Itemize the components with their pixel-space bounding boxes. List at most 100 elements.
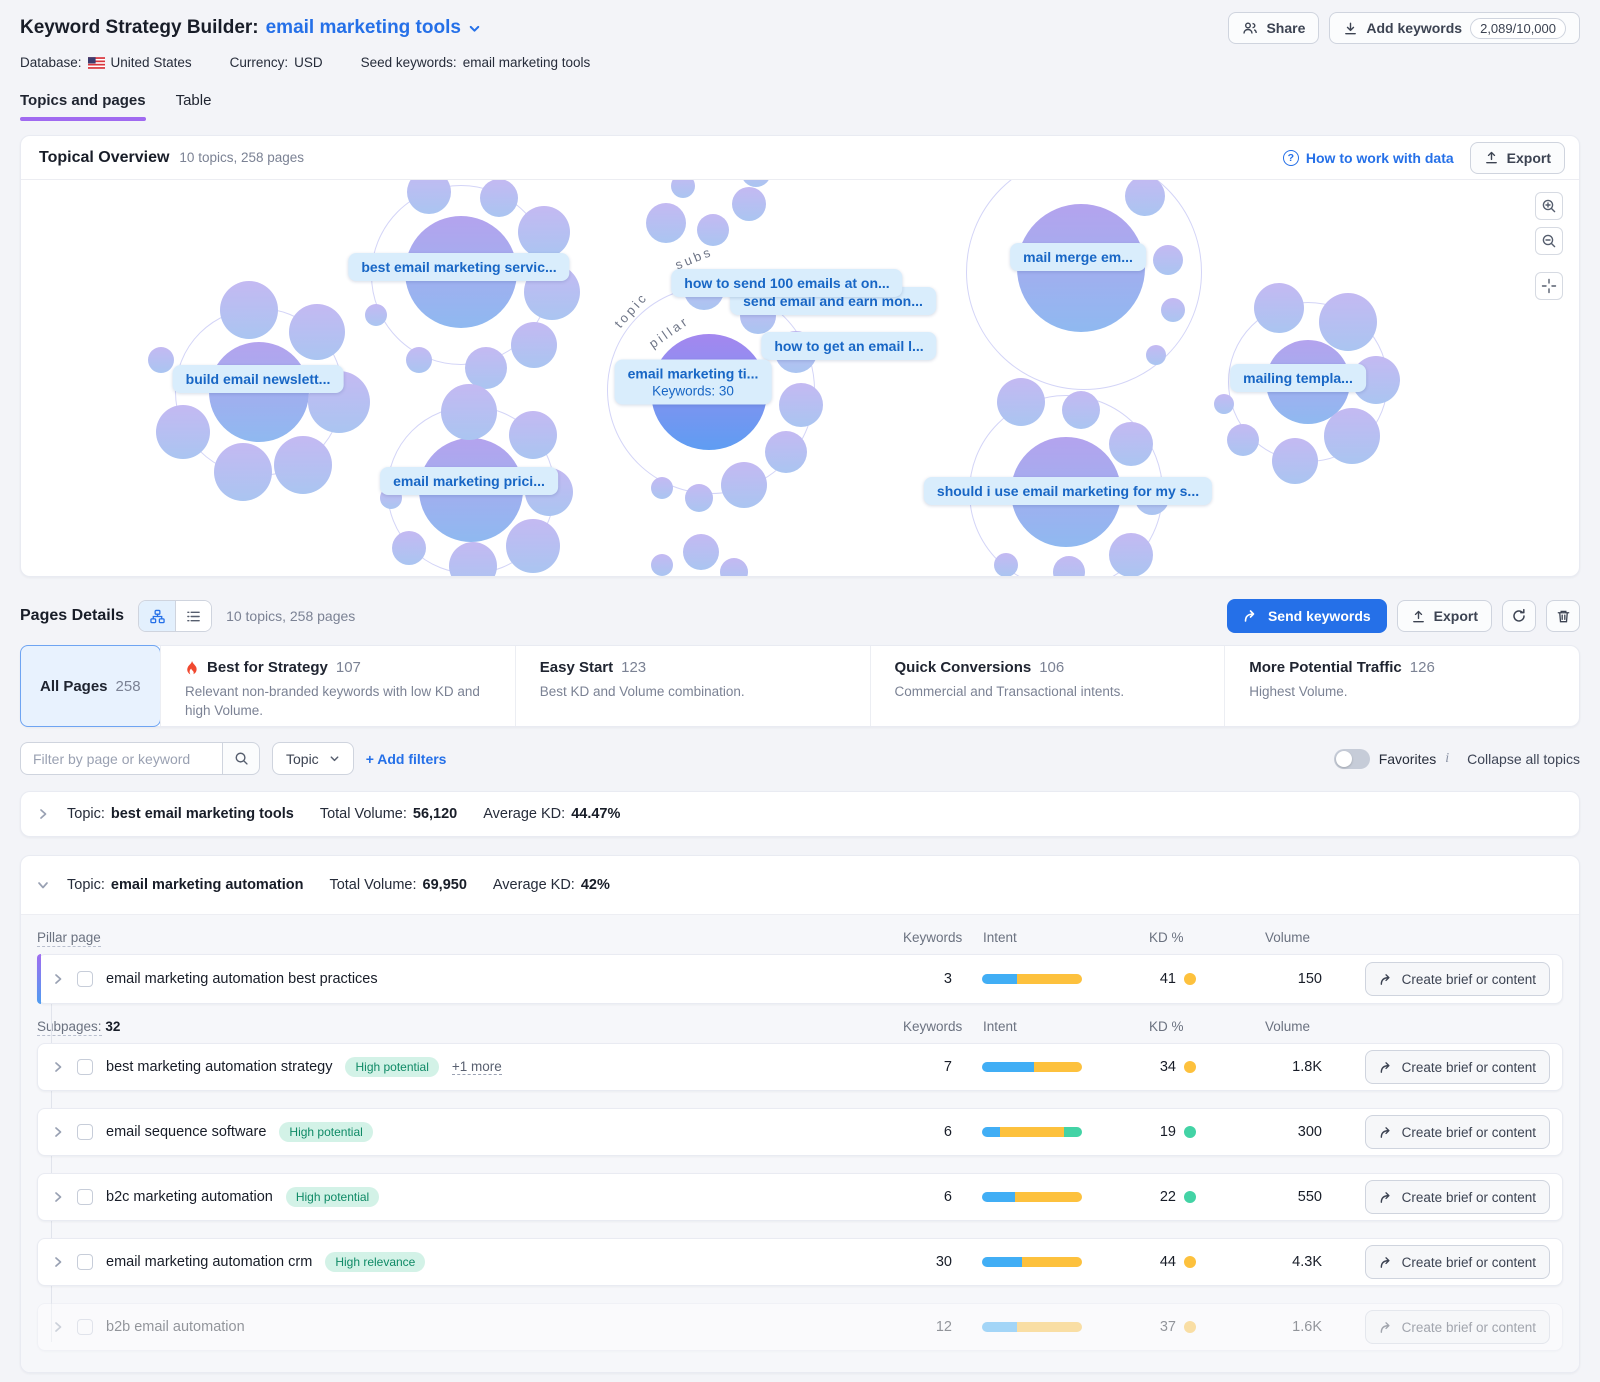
subpage-row[interactable]: b2c marketing automation High potential … [37,1173,1563,1221]
tab-easy-start[interactable]: Easy Start 123 Best KD and Volume combin… [515,646,870,726]
keywords-count: 6 [902,1124,958,1140]
topic-label[interactable]: best email marketing servic... [348,253,569,281]
center-view-button[interactable] [1535,272,1563,300]
bubble [1153,245,1183,275]
tab-table[interactable]: Table [176,92,212,121]
chevron-right-icon[interactable] [52,1321,64,1333]
chevron-down-icon [329,753,340,764]
create-brief-button[interactable]: Create brief or content [1365,1245,1550,1279]
refresh-button[interactable] [1502,600,1536,632]
tree-view-button[interactable] [139,601,175,631]
create-brief-button[interactable]: Create brief or content [1365,1310,1550,1344]
create-brief-button[interactable]: Create brief or content [1365,1115,1550,1149]
tab-all-pages[interactable]: All Pages 258 [20,645,161,727]
create-brief-label: Create brief or content [1402,1060,1536,1075]
row-checkbox[interactable] [77,971,93,987]
delete-button[interactable] [1546,600,1580,632]
create-brief-button[interactable]: Create brief or content [1365,1050,1550,1084]
column-volume: Volume [1237,1019,1333,1034]
bubble [220,281,278,339]
topical-export-button[interactable]: Export [1470,142,1565,174]
tab-label: All Pages [40,678,108,695]
tab-count: 107 [336,659,361,676]
filter-row: Topic + Add filters Favorites i Collapse… [20,742,1580,775]
pages-details-bar: Pages Details 10 topics, 258 pages Send … [20,599,1580,633]
topic-label[interactable]: should i use email marketing for my s... [924,477,1212,505]
zoom-in-button[interactable] [1535,192,1563,220]
subpage-row[interactable]: best marketing automation strategy High … [37,1043,1563,1091]
tab-description: Commercial and Transactional intents. [895,683,1201,702]
tab-count: 258 [116,678,141,695]
tab-description: Highest Volume. [1249,683,1555,702]
page-name[interactable]: best marketing automation strategy [106,1059,332,1075]
topic-label[interactable]: email marketing prici... [380,467,558,495]
topic-label[interactable]: mailing templa... [1230,364,1366,392]
zoom-out-button[interactable] [1535,227,1563,255]
tab-description: Best KD and Volume combination. [540,683,846,702]
topic-row-collapsed[interactable]: Topic:best email marketing tools Total V… [20,791,1580,837]
chevron-down-icon[interactable] [37,879,49,891]
page-name[interactable]: b2c marketing automation [106,1189,273,1205]
kd-value: 34 [1154,1059,1176,1075]
bubble-map[interactable]: subs topic pillar best email marketing s… [21,180,1579,576]
more-badges-link[interactable]: +1 more [452,1059,502,1075]
subpage-row[interactable]: email sequence software High potential 6… [37,1108,1563,1156]
chevron-down-icon[interactable] [468,22,481,35]
list-view-button[interactable] [175,601,211,631]
subpage-label[interactable]: how to send 100 emails at on... [671,269,902,297]
pages-export-button[interactable]: Export [1397,600,1492,632]
topic-filter-dropdown[interactable]: Topic [272,742,354,775]
row-checkbox[interactable] [77,1059,93,1075]
info-icon[interactable]: i [1445,751,1449,767]
bubble [214,443,272,501]
send-keywords-button[interactable]: Send keywords [1227,599,1387,633]
pillar-page-row[interactable]: email marketing automation best practice… [37,954,1563,1004]
project-name[interactable]: email marketing tools [266,17,461,39]
topic-label[interactable]: build email newslett... [173,365,344,393]
create-brief-button[interactable]: Create brief or content [1365,962,1550,996]
tab-more-potential-traffic[interactable]: More Potential Traffic 126 Highest Volum… [1224,646,1579,726]
row-checkbox[interactable] [77,1124,93,1140]
create-brief-button[interactable]: Create brief or content [1365,1180,1550,1214]
bubble [465,347,507,389]
add-filters-link[interactable]: + Add filters [366,751,447,767]
page-name[interactable]: email marketing automation crm [106,1254,312,1270]
bubble [720,558,748,576]
topic-label[interactable]: mail merge em... [1010,243,1146,271]
tab-best-for-strategy[interactable]: Best for Strategy 107 Relevant non-brand… [160,646,515,726]
bubble [406,347,432,373]
main-tabs: Topics and pages Table [20,92,1580,121]
row-checkbox[interactable] [77,1189,93,1205]
chevron-right-icon[interactable] [52,973,64,985]
tab-topics-and-pages[interactable]: Topics and pages [20,92,146,121]
keywords-count: 12 [902,1319,958,1335]
chevron-right-icon[interactable] [52,1126,64,1138]
how-to-work-with-data-link[interactable]: How to work with data [1283,150,1454,166]
share-button[interactable]: Share [1228,12,1319,44]
volume-value: 150 [1236,971,1332,987]
page-name[interactable]: email sequence software [106,1124,266,1140]
subpage-label[interactable]: how to get an email l... [761,332,936,360]
add-keywords-button[interactable]: Add keywords 2,089/10,000 [1329,12,1580,44]
currency-meta: Currency: USD [230,55,323,70]
export-icon [1484,150,1499,165]
topic-header[interactable]: Topic:email marketing automation Total V… [21,856,1579,914]
chevron-right-icon[interactable] [37,808,49,820]
page-name[interactable]: b2b email automation [106,1319,245,1335]
question-circle-icon [1283,150,1299,166]
seed-value: email marketing tools [463,55,591,70]
search-button[interactable] [222,742,260,775]
favorites-toggle[interactable] [1334,749,1370,769]
tab-quick-conversions[interactable]: Quick Conversions 106 Commercial and Tra… [870,646,1225,726]
page-name[interactable]: email marketing automation best practice… [106,971,378,987]
row-checkbox[interactable] [77,1319,93,1335]
chevron-right-icon[interactable] [52,1256,64,1268]
subpage-row[interactable]: b2b email automation 12 37 1.6K Create b… [37,1303,1563,1351]
collapse-all-topics-link[interactable]: Collapse all topics [1467,751,1580,767]
row-checkbox[interactable] [77,1254,93,1270]
subpage-row[interactable]: email marketing automation crm High rele… [37,1238,1563,1286]
chevron-right-icon[interactable] [52,1191,64,1203]
chevron-right-icon[interactable] [52,1061,64,1073]
pillar-label[interactable]: email marketing ti...Keywords: 30 [615,360,772,405]
filter-input[interactable] [20,742,222,775]
